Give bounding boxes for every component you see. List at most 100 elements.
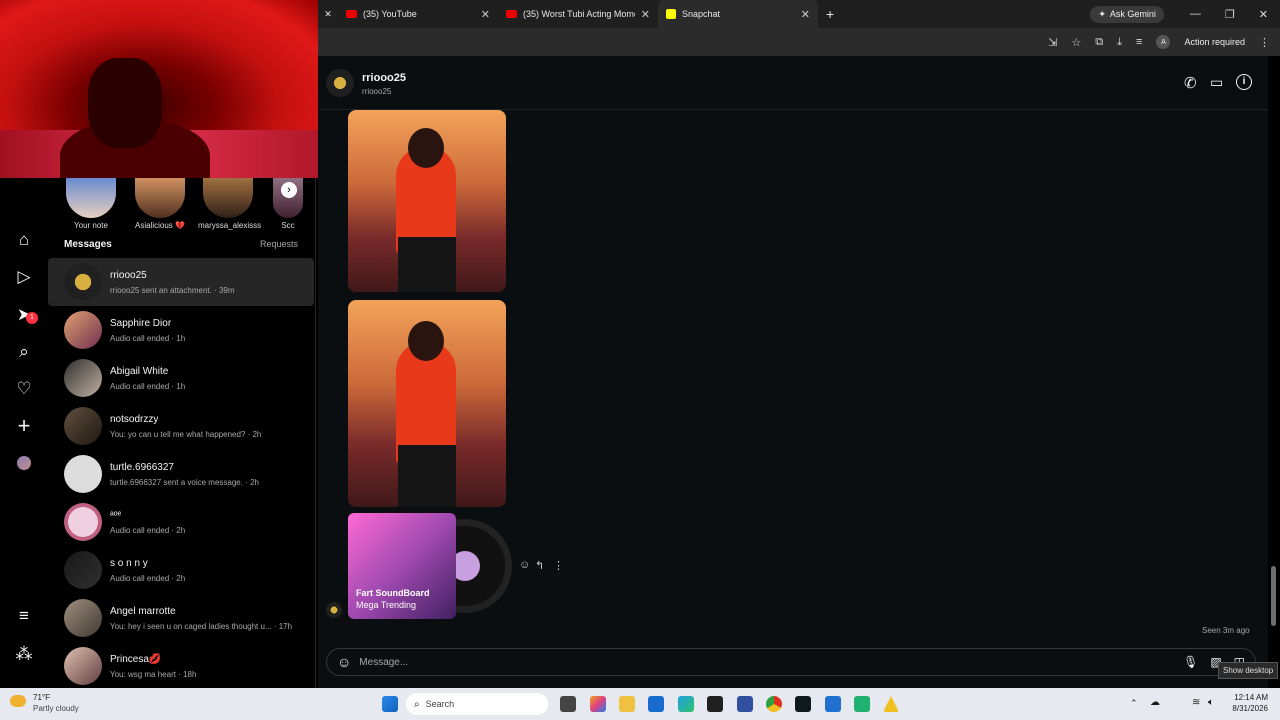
chat-username[interactable]: rriooo25 <box>362 72 406 84</box>
close-tab-icon[interactable]: ✕ <box>481 8 490 21</box>
download-icon[interactable]: ⤓ <box>1117 36 1122 49</box>
messages-heading: Messages <box>64 239 112 250</box>
close-icon[interactable]: ✕ <box>318 0 338 28</box>
close-window-icon[interactable]: ✕ <box>1259 8 1268 21</box>
avatar[interactable] <box>326 69 354 97</box>
heart-icon[interactable]: ♡ <box>14 379 34 399</box>
windows-start-icon[interactable] <box>382 696 398 712</box>
conversation-item[interactable]: rriooo25 rriooo25 sent an attachment. · 3… <box>48 258 314 306</box>
shared-reel[interactable]: Fart SoundBoard Mega Trending <box>348 513 512 619</box>
minimize-icon[interactable]: — <box>1190 8 1201 20</box>
network-icon[interactable]: ☁ <box>1150 697 1160 708</box>
react-emoji-icon[interactable]: ☺ <box>519 559 530 571</box>
avatar <box>326 602 342 618</box>
create-icon[interactable]: + <box>14 415 34 437</box>
conversation-item[interactable]: Abigail White Audio call ended · 1h <box>48 354 314 402</box>
scrollbar[interactable] <box>1268 56 1280 688</box>
search-icon[interactable]: ⌕ <box>14 342 34 362</box>
conversation-item[interactable]: s o n n y Audio call ended · 2h <box>48 546 314 594</box>
conversation-item[interactable]: Princesa💋 You: wsg ma heart · 18h <box>48 642 314 690</box>
browser-toolbar: ⇲ ☆ ⧉ ⤓ ≡ A Action required ⋮ <box>318 28 1280 56</box>
youtube-icon <box>346 10 357 18</box>
outlook-icon[interactable] <box>648 696 664 712</box>
requests-link[interactable]: Requests <box>260 239 298 249</box>
tab-snapchat[interactable]: Snapchat ✕ <box>658 0 818 28</box>
webcam-overlay <box>0 0 318 178</box>
store-icon[interactable] <box>737 696 753 712</box>
message-photo[interactable] <box>348 110 506 292</box>
video-call-icon[interactable]: ▭ <box>1210 74 1223 91</box>
close-tab-icon[interactable]: ✕ <box>801 8 810 21</box>
clock[interactable]: 12:14 AM 8/31/2026 <box>1228 693 1268 713</box>
chat-header: rriooo25 rriooo25 ✆ ▭ i <box>318 56 1268 110</box>
conversation-item[interactable]: notsodrzzy You: yo can u tell me what hap… <box>48 402 314 450</box>
browser-tab-bar: ✕ (35) YouTube ✕ (35) Worst Tubi Acting … <box>318 0 1280 28</box>
edge-icon[interactable] <box>678 696 694 712</box>
task-view-icon[interactable] <box>560 696 576 712</box>
notification-badge: 1 <box>26 312 38 324</box>
chevron-up-icon[interactable]: ⌃ <box>1130 698 1138 709</box>
terminal-icon[interactable] <box>795 696 811 712</box>
message-composer: ☺ Message... 🎙︎ ▨ ◫ <box>326 648 1256 676</box>
seen-status: Seen 3m ago <box>1202 626 1250 635</box>
note-item[interactable]: Asialicious 💔 <box>130 178 190 230</box>
warning-icon[interactable] <box>883 696 899 712</box>
avatar <box>64 311 102 349</box>
note-item[interactable]: Your note <box>61 178 121 230</box>
conversation-item[interactable]: Sapphire Dior Audio call ended · 1h <box>48 306 314 354</box>
microphone-icon[interactable]: 🎙︎ <box>1183 655 1198 669</box>
chrome-icon[interactable] <box>766 696 782 712</box>
phone-icon[interactable]: ✆ <box>1184 74 1197 92</box>
emoji-icon[interactable]: ☺ <box>337 654 351 670</box>
tab-label: Snapchat <box>682 9 721 19</box>
avatar <box>64 455 102 493</box>
taskbar-search[interactable]: ⌕ Search <box>406 693 548 715</box>
note-item[interactable]: maryssa_alexisss <box>198 178 261 230</box>
new-tab-button[interactable]: + <box>818 0 842 28</box>
install-app-icon[interactable]: ⇲ <box>1048 36 1057 49</box>
extensions-icon[interactable]: ⧉ <box>1095 36 1103 49</box>
youtube-icon <box>506 10 517 18</box>
profile-avatar[interactable]: A <box>1156 35 1171 49</box>
restore-icon[interactable]: ❐ <box>1225 8 1235 21</box>
reels-icon[interactable]: ▷ <box>14 267 34 287</box>
info-icon[interactable]: i <box>1236 74 1252 90</box>
tab-youtube[interactable]: (35) YouTube ✕ <box>338 0 498 28</box>
tab-tubi[interactable]: (35) Worst Tubi Acting Momen ✕ <box>498 0 658 28</box>
copilot-icon[interactable] <box>590 696 606 712</box>
app-icon[interactable] <box>854 696 870 712</box>
avatar <box>135 178 185 218</box>
close-tab-icon[interactable]: ✕ <box>641 8 650 21</box>
home-icon[interactable]: ⌂ <box>14 230 34 250</box>
avatar <box>64 359 102 397</box>
action-required-button[interactable]: Action required <box>1184 37 1245 47</box>
epic-games-icon[interactable] <box>707 696 723 712</box>
tab-label: (35) YouTube <box>363 9 417 19</box>
wifi-icon[interactable]: ≋ <box>1192 697 1200 708</box>
conversation-item[interactable]: Angel marrotte You: hey i seen u on caged… <box>48 594 314 642</box>
kebab-menu-icon[interactable]: ⋮ <box>1259 36 1270 49</box>
more-options-icon[interactable]: ⋮ <box>553 559 564 572</box>
reel-subtitle: Mega Trending <box>356 600 417 610</box>
weather-icon <box>10 695 26 707</box>
conversation-panel: Your note Asialicious 💔 maryssa_alexisss… <box>48 178 316 688</box>
app-icon[interactable] <box>825 696 841 712</box>
reading-list-icon[interactable]: ≡ <box>1136 36 1142 48</box>
menu-icon[interactable]: ≡ <box>14 606 34 626</box>
volume-icon[interactable]: 🔈︎ <box>1208 697 1214 708</box>
chevron-right-icon[interactable]: › <box>281 182 297 198</box>
message-input[interactable]: Message... <box>359 657 1183 668</box>
tab-label: (35) Worst Tubi Acting Momen <box>523 9 635 19</box>
reply-icon[interactable]: ↰ <box>535 559 544 572</box>
messages-icon[interactable]: ➤ 1 <box>14 305 38 325</box>
ask-gemini-button[interactable]: ✦ Ask Gemini <box>1090 5 1164 23</box>
profile-avatar[interactable] <box>17 456 31 470</box>
file-explorer-icon[interactable] <box>619 696 635 712</box>
search-icon: ⌕ <box>414 698 420 710</box>
conversation-item[interactable]: ᵃᵒᵉ Audio call ended · 2h <box>48 498 314 546</box>
message-photo[interactable] <box>348 300 506 507</box>
apps-icon[interactable]: ⁂ <box>14 644 34 664</box>
avatar <box>66 178 116 218</box>
conversation-item[interactable]: turtle.6966327 turtle.6966327 sent a voic… <box>48 450 314 498</box>
bookmark-star-icon[interactable]: ☆ <box>1071 36 1081 49</box>
